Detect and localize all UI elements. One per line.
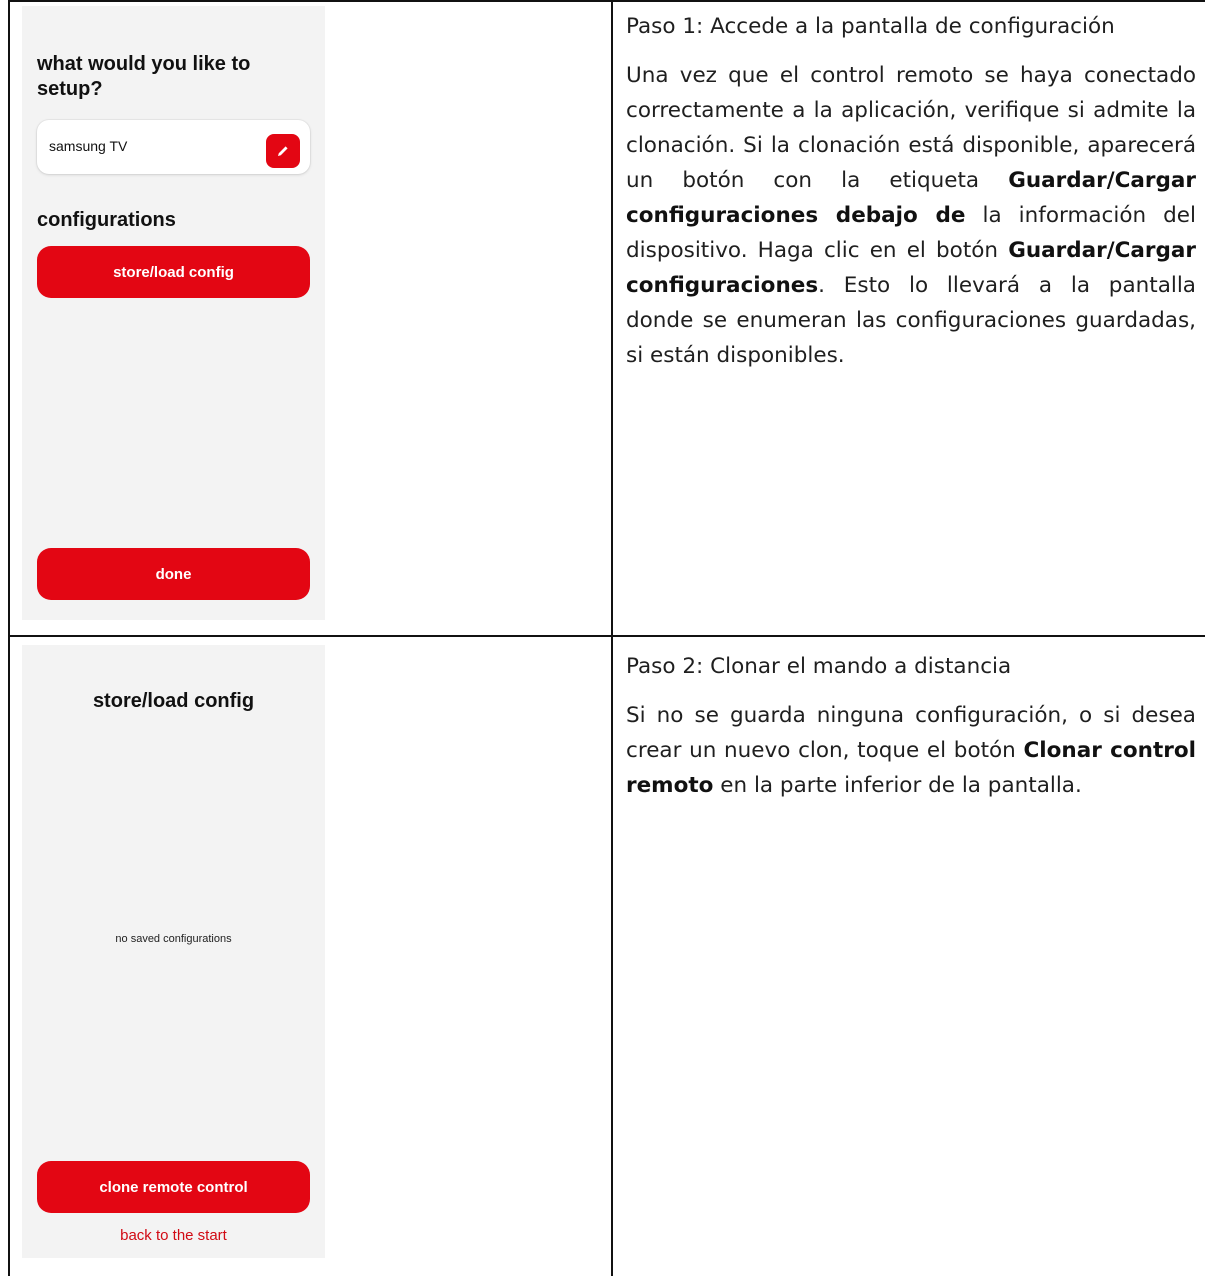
- edit-device-button[interactable]: [266, 134, 300, 168]
- done-button[interactable]: done: [37, 548, 310, 600]
- row1-screenshot-cell: what would you like to setup? samsung TV…: [10, 2, 611, 635]
- instruction-table: what would you like to setup? samsung TV…: [0, 0, 1205, 1276]
- setup-screen: what would you like to setup? samsung TV…: [22, 6, 325, 620]
- row2-text-cell: Paso 2: Clonar el mando a distancia Si n…: [626, 649, 1196, 817]
- step1-paragraph: Una vez que el control remoto se haya co…: [626, 58, 1196, 373]
- clone-remote-button[interactable]: clone remote control: [37, 1161, 310, 1213]
- row1-text-cell: Paso 1: Accede a la pantalla de configur…: [626, 9, 1196, 387]
- back-to-start-link[interactable]: back to the start: [22, 1227, 325, 1244]
- no-configs-message: no saved configurations: [115, 933, 232, 945]
- configurations-heading: configurations: [37, 209, 176, 231]
- step2-paragraph: Si no se guarda ninguna configuración, o…: [626, 698, 1196, 803]
- step1-title: Paso 1: Accede a la pantalla de configur…: [626, 14, 1115, 39]
- row2-screenshot-cell: store/load config no saved configuration…: [10, 637, 611, 1276]
- store-load-screen: store/load config no saved configuration…: [22, 645, 325, 1258]
- device-card[interactable]: samsung TV: [37, 120, 310, 174]
- store-load-title: store/load config: [92, 690, 255, 712]
- pencil-icon: [278, 146, 288, 156]
- device-name: samsung TV: [49, 138, 128, 154]
- step2-title: Paso 2: Clonar el mando a distancia: [626, 654, 1012, 679]
- step2-text-b: en la parte inferior de la pantalla.: [713, 773, 1082, 798]
- store-load-config-button[interactable]: store/load config: [37, 246, 310, 298]
- table-border-middle: [611, 0, 613, 1276]
- setup-heading: what would you like to setup?: [37, 53, 251, 100]
